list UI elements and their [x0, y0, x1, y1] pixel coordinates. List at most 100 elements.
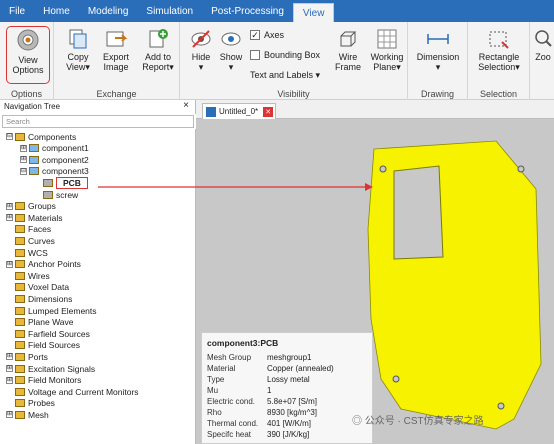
- info-value: Lossy metal: [267, 375, 310, 384]
- expand-icon[interactable]: ⊞: [6, 202, 13, 210]
- rectangle-selection-button[interactable]: Rectangle Selection▾: [472, 28, 526, 72]
- menu-tab-view[interactable]: View: [292, 3, 335, 22]
- folder-icon: [15, 202, 25, 211]
- info-row: Thermal cond. 401 [W/K/m]: [207, 419, 311, 428]
- info-row: Material Copper (annealed): [207, 364, 334, 373]
- folder-icon: [15, 248, 25, 257]
- tree-item[interactable]: ⊞ Field Monitors: [6, 375, 81, 386]
- tree-item[interactable]: ⊞ Groups: [6, 201, 56, 212]
- text-labels-label: Text and Labels ▾: [250, 70, 321, 80]
- expand-icon[interactable]: ⊞: [6, 376, 13, 384]
- axes-checkbox[interactable]: ✓ Axes: [250, 30, 284, 40]
- tree-item[interactable]: screw: [34, 189, 78, 200]
- menu-bar: File Home Modeling Simulation Post-Processin…: [0, 0, 554, 22]
- visibility-group: Hide ▾ Show ▾ ✓ Axes Bounding Box Text an…: [180, 22, 408, 100]
- export-image-button[interactable]: Export Image: [98, 28, 134, 72]
- add-report-icon: [149, 29, 168, 48]
- bounding-box-checkbox[interactable]: Bounding Box: [250, 50, 320, 60]
- tree-item[interactable]: ⊞ Ports: [6, 351, 48, 362]
- watermark: ◎ 公众号 · CST仿真专家之路: [352, 416, 484, 427]
- tab-untitled[interactable]: Untitled_0* ✕: [202, 103, 276, 119]
- tree-item[interactable]: ⊞ Excitation Signals: [6, 363, 95, 374]
- tree-item[interactable]: WCS: [6, 247, 48, 258]
- tree-item[interactable]: Dimensions: [6, 293, 72, 304]
- hide-button[interactable]: Hide ▾: [186, 28, 216, 72]
- navigation-tree: ⊟ Components ⊞ component1 ⊞ component2 ⊟ compon…: [0, 129, 196, 444]
- tree-item[interactable]: ⊞ component1: [20, 143, 89, 154]
- show-button[interactable]: Show ▾: [216, 28, 246, 72]
- expand-icon[interactable]: ⊞: [6, 365, 13, 372]
- wire-frame-button[interactable]: Wire Frame: [330, 28, 366, 72]
- folder-icon: [15, 410, 25, 419]
- tree-item-label: Groups: [28, 201, 56, 212]
- menu-tab-post-processing[interactable]: Post-Processing: [202, 0, 293, 22]
- info-value: Copper (annealed): [267, 364, 334, 373]
- tree-item-label: Faces: [28, 224, 52, 235]
- folder-icon: [15, 399, 25, 408]
- collapse-icon[interactable]: ⊟: [20, 167, 27, 175]
- tree-item[interactable]: Faces: [6, 224, 51, 235]
- tree-item[interactable]: PCB: [34, 176, 88, 189]
- view-options-button[interactable]: View Options: [6, 26, 50, 84]
- folder-icon: [15, 213, 25, 222]
- mounting-hole-icon: [379, 165, 387, 173]
- copy-icon: [69, 29, 87, 49]
- tree-item[interactable]: Field Sources: [6, 340, 80, 351]
- folder-icon: [15, 271, 25, 280]
- tab-close-icon[interactable]: ✕: [263, 106, 274, 117]
- info-value: meshgroup1: [267, 353, 312, 362]
- mounting-hole-icon: [517, 165, 525, 173]
- menu-tab-modeling[interactable]: Modeling: [79, 0, 138, 22]
- options-group: View Options Options: [0, 22, 54, 100]
- dimension-button[interactable]: Dimension ▾: [414, 28, 462, 72]
- tree-item-label: Probes: [28, 398, 55, 409]
- tree-item-label: Mesh: [28, 409, 49, 420]
- menu-tab-file[interactable]: File: [0, 0, 34, 22]
- zoom-button[interactable]: Zoo: [532, 28, 554, 62]
- gear-eye-icon: [17, 29, 39, 51]
- show-icon: [221, 32, 241, 46]
- expand-icon[interactable]: ⊞: [6, 353, 13, 361]
- expand-icon[interactable]: ⊞: [6, 214, 13, 222]
- expand-icon[interactable]: ⊞: [20, 156, 27, 164]
- tree-item[interactable]: Voxel Data: [6, 282, 69, 293]
- show-label: Show ▾: [219, 52, 243, 72]
- info-value: 390 [J/K/kg]: [267, 430, 310, 439]
- hide-label: Hide ▾: [191, 52, 211, 72]
- tree-item[interactable]: Curves: [6, 235, 55, 246]
- search-input[interactable]: Search: [2, 115, 194, 128]
- checkmark-icon: ✓: [250, 30, 260, 40]
- tree-item[interactable]: ⊞ Anchor Points: [6, 259, 81, 270]
- tree-item[interactable]: Farfield Sources: [6, 328, 90, 339]
- menu-tab-simulation[interactable]: Simulation: [137, 0, 202, 22]
- expand-icon[interactable]: ⊞: [6, 260, 13, 268]
- copy-view-button[interactable]: Copy View▾: [60, 28, 96, 72]
- solid-icon: [43, 178, 53, 187]
- tree-item-label: Dimensions: [28, 293, 73, 304]
- close-icon[interactable]: ×: [183, 100, 189, 111]
- tree-item[interactable]: ⊞ Materials: [6, 212, 62, 223]
- tree-item[interactable]: Lumped Elements: [6, 305, 97, 316]
- menu-tab-home[interactable]: Home: [34, 0, 79, 22]
- text-labels-dropdown[interactable]: Text and Labels ▾: [250, 70, 320, 81]
- collapse-icon[interactable]: ⊟: [6, 133, 13, 140]
- tree-item[interactable]: ⊟ Components: [6, 131, 76, 142]
- tree-item[interactable]: ⊟ component3: [20, 166, 89, 177]
- tree-item[interactable]: Voltage and Current Monitors: [6, 386, 139, 397]
- tree-item[interactable]: Wires: [6, 270, 50, 281]
- tree-item-label: Voltage and Current Monitors: [28, 386, 139, 397]
- tree-item[interactable]: ⊞ Mesh: [6, 409, 49, 420]
- tree-item[interactable]: Plane Wave: [6, 317, 74, 328]
- info-key: Mu: [207, 386, 219, 395]
- wireframe-cube-icon: [340, 31, 357, 47]
- tab-label: Untitled_0*: [219, 107, 259, 116]
- add-to-report-button[interactable]: Add to Report▾: [138, 28, 178, 72]
- tree-item[interactable]: ⊞ component2: [20, 154, 89, 165]
- expand-icon[interactable]: ⊞: [20, 144, 27, 152]
- expand-icon[interactable]: ⊞: [6, 411, 13, 419]
- export-image-icon: [106, 31, 127, 47]
- working-plane-button[interactable]: Working Plane▾: [368, 28, 406, 72]
- tree-item[interactable]: Probes: [6, 398, 55, 409]
- folder-icon: [15, 236, 25, 245]
- folder-icon: [15, 352, 25, 361]
